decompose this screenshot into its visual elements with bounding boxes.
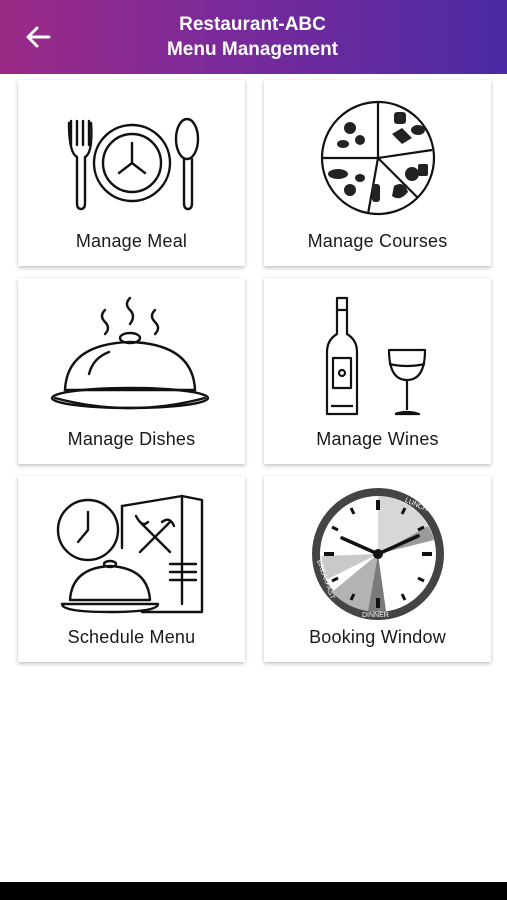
app-header: Restaurant-ABC Menu Management xyxy=(0,0,507,74)
meal-plate-icon xyxy=(18,88,245,228)
booking-window-tile[interactable]: LUNCH BREAKFAST DINNER Booking Window xyxy=(264,476,491,662)
manage-wines-label: Manage Wines xyxy=(316,429,439,449)
manage-courses-label: Manage Courses xyxy=(307,231,448,251)
page-title-line2: Menu Management xyxy=(166,39,339,60)
booking-window-label: Booking Window xyxy=(309,627,446,647)
manage-dishes-label: Manage Dishes xyxy=(67,429,196,449)
manage-dishes-tile[interactable]: Manage Dishes xyxy=(18,278,245,464)
schedule-menu-icon xyxy=(18,484,245,624)
cloche-icon xyxy=(18,286,245,426)
clock-dinner-label: DINNER xyxy=(362,612,389,619)
manage-meal-label: Manage Meal xyxy=(75,231,188,251)
wine-bottle-glass-icon xyxy=(264,286,491,426)
system-nav-bar xyxy=(0,882,507,900)
clock-schedule-icon: LUNCH BREAKFAST DINNER xyxy=(264,484,491,624)
manage-wines-tile[interactable]: Manage Wines xyxy=(264,278,491,464)
schedule-menu-label: Schedule Menu xyxy=(67,627,196,647)
page-title: Restaurant-ABC Menu Management xyxy=(60,12,507,62)
schedule-menu-tile[interactable]: Schedule Menu xyxy=(18,476,245,662)
food-groups-icon xyxy=(264,88,491,228)
manage-meal-tile[interactable]: Manage Meal xyxy=(18,80,245,266)
manage-courses-tile[interactable]: Manage Courses xyxy=(264,80,491,266)
page-title-line1: Restaurant-ABC xyxy=(179,14,326,35)
